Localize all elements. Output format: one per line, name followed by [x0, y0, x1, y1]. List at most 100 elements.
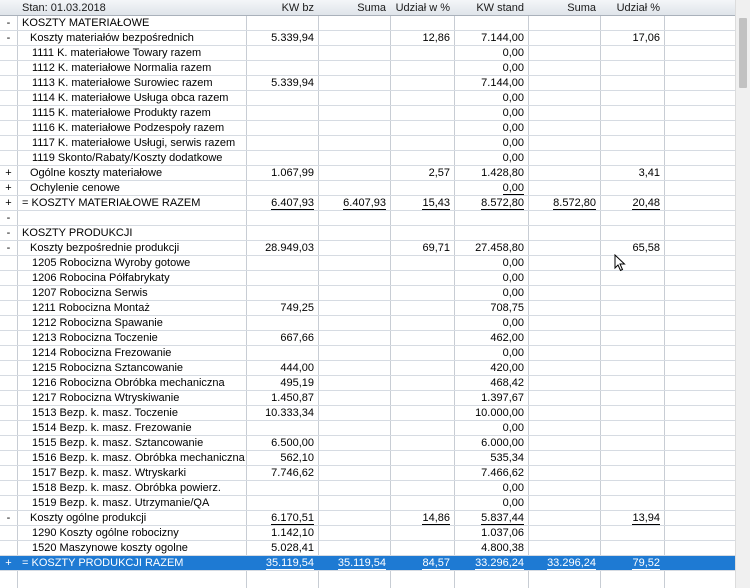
column-header[interactable]: Udział %	[600, 0, 664, 16]
expand-toggle[interactable]: +	[0, 181, 17, 196]
value-text: 7.144,00	[481, 32, 524, 44]
value-cell	[318, 136, 390, 151]
collapse-toggle[interactable]: -	[0, 241, 17, 256]
table-row[interactable]: 1213 Robocizna Toczenie 667,66 462,00	[0, 331, 750, 346]
value-text: 7.466,62	[481, 467, 524, 479]
value-cell	[600, 16, 664, 31]
column-header[interactable]: Suma	[528, 0, 600, 16]
column-header[interactable]: KW bz	[246, 0, 318, 16]
table-row[interactable]: + = KOSZTY MATERIAŁOWE RAZEM 6.407,93 6.407…	[0, 196, 750, 211]
table-row[interactable]: 1519 Bezp. k. masz. Utrzymanie/QA 0,00	[0, 496, 750, 511]
table-row-selected[interactable]: + = KOSZTY PRODUKCJI RAZEM 35.119,54 35.119…	[0, 556, 750, 571]
row-marker	[0, 301, 17, 316]
table-row[interactable]: 1115 K. materiałowe Produkty razem 0,00	[0, 106, 750, 121]
table-row[interactable]: 1111 K. materiałowe Towary razem 0,00	[0, 46, 750, 61]
value-text: 12,86	[422, 32, 450, 44]
value-cell	[528, 346, 600, 361]
value-text: 33.296,24	[547, 558, 596, 571]
table-row[interactable]: - KOSZTY PRODUKCJI	[0, 226, 750, 241]
value-text: 14,86	[422, 512, 450, 525]
table-row[interactable]: 1217 Robocizna Wtryskiwanie 1.450,87 1.397…	[0, 391, 750, 406]
value-cell: 5.837,44	[454, 511, 528, 526]
value-cell	[390, 91, 454, 106]
table-row[interactable]: - Koszty bezpośrednie produkcji 28.949,03 6…	[0, 241, 750, 256]
column-header[interactable]: Suma	[318, 0, 390, 16]
value-text: 562,10	[280, 452, 314, 464]
table-row[interactable]: 1113 K. materiałowe Surowiec razem 5.339,…	[0, 76, 750, 91]
value-cell	[454, 211, 528, 226]
collapse-toggle[interactable]: -	[0, 226, 17, 241]
table-row[interactable]: 1205 Robocizna Wyroby gotowe 0,00	[0, 256, 750, 271]
table-row[interactable]: 1515 Bezp. k. masz. Sztancowanie 6.500,00…	[0, 436, 750, 451]
value-cell	[246, 151, 318, 166]
table-row[interactable]: - Koszty materiałów bezpośrednich 5.339,94…	[0, 31, 750, 46]
value-cell	[246, 211, 318, 226]
value-cell	[390, 451, 454, 466]
value-cell	[318, 256, 390, 271]
value-cell	[390, 181, 454, 196]
value-cell: 1.450,87	[246, 391, 318, 406]
table-row[interactable]: 1290 Koszty ogólne robocizny 1.142,10 1.03…	[0, 526, 750, 541]
value-cell	[318, 466, 390, 481]
value-text: 0,00	[502, 257, 524, 269]
expand-toggle[interactable]: +	[0, 196, 17, 211]
value-cell	[528, 151, 600, 166]
row-marker	[0, 496, 17, 511]
table-row[interactable]: 1216 Robocizna Obróbka mechaniczna 495,19…	[0, 376, 750, 391]
column-header[interactable]: Udział w %	[390, 0, 454, 16]
table-row[interactable]: 1513 Bezp. k. masz. Toczenie 10.333,34 10.…	[0, 406, 750, 421]
value-cell	[528, 496, 600, 511]
value-cell	[318, 451, 390, 466]
table-row[interactable]: 1514 Bezp. k. masz. Frezowanie 0,00	[0, 421, 750, 436]
table-row[interactable]: 1215 Robocizna Sztancowanie 444,00 420,00	[0, 361, 750, 376]
expand-toggle[interactable]: +	[0, 166, 17, 181]
column-header[interactable]: KW stand	[454, 0, 528, 16]
table-row[interactable]: 1116 K. materiałowe Podzespoły razem 0,00	[0, 121, 750, 136]
value-cell	[600, 421, 664, 436]
table-row[interactable]: + Ochylenie cenowe 0,00	[0, 181, 750, 196]
collapse-toggle[interactable]: -	[0, 211, 17, 226]
table-row[interactable]: 1119 Skonto/Rabaty/Koszty dodatkowe 0,00	[0, 151, 750, 166]
value-cell	[318, 16, 390, 31]
table-row[interactable]: - Koszty ogólne produkcji 6.170,51 14,86 5.8…	[0, 511, 750, 526]
value-cell	[318, 481, 390, 496]
table-row[interactable]: 1117 K. materiałowe Usługi, serwis razem…	[0, 136, 750, 151]
table-row[interactable]: 1212 Robocizna Spawanie 0,00	[0, 316, 750, 331]
value-cell	[528, 541, 600, 556]
collapse-toggle[interactable]: -	[0, 16, 17, 31]
cost-grid[interactable]: Stan: 01.03.2018 KW bz Suma Udział w % KW st…	[0, 0, 750, 588]
row-marker	[0, 256, 17, 271]
collapse-toggle[interactable]: -	[0, 31, 17, 46]
value-cell	[318, 181, 390, 196]
collapse-toggle[interactable]: -	[0, 511, 17, 526]
row-label: 1115 K. materiałowe Produkty razem	[32, 107, 211, 119]
table-row[interactable]: 1214 Robocizna Frezowanie 0,00	[0, 346, 750, 361]
value-text: 79,52	[632, 558, 660, 571]
expand-toggle[interactable]: +	[0, 556, 17, 571]
value-cell: 708,75	[454, 301, 528, 316]
value-cell	[528, 376, 600, 391]
table-row[interactable]: 1112 K. materiałowe Normalia razem 0,00	[0, 61, 750, 76]
table-row[interactable]: 1207 Robocizna Serwis 0,00	[0, 286, 750, 301]
table-row[interactable]: 1516 Bezp. k. masz. Obróbka mechaniczna 5…	[0, 451, 750, 466]
table-row[interactable]: + Ogólne koszty materiałowe 1.067,99 2,57 1.…	[0, 166, 750, 181]
scrollbar-thumb[interactable]	[739, 18, 747, 88]
table-row[interactable]: -	[0, 211, 750, 226]
table-row[interactable]: - KOSZTY MATERIAŁOWE	[0, 16, 750, 31]
table-row[interactable]: 1520 Maszynowe koszty ogolne 5.028,41 4.80…	[0, 541, 750, 556]
value-text: 17,06	[632, 32, 660, 44]
value-cell	[390, 346, 454, 361]
table-row[interactable]: 1518 Bezp. k. masz. Obróbka powierz. 0,00	[0, 481, 750, 496]
table-row[interactable]: 1206 Robocina Półfabrykaty 0,00	[0, 271, 750, 286]
value-cell	[600, 181, 664, 196]
table-row[interactable]: 1211 Robocizna Montaż 749,25 708,75	[0, 301, 750, 316]
table-row[interactable]: 1517 Bezp. k. masz. Wtryskarki 7.746,62 7.…	[0, 466, 750, 481]
row-label: Koszty ogólne produkcji	[30, 512, 147, 524]
value-cell	[600, 91, 664, 106]
value-cell	[390, 466, 454, 481]
table-row[interactable]: 1114 K. materiałowe Usługa obca razem 0,0…	[0, 91, 750, 106]
row-label: KOSZTY MATERIAŁOWE	[22, 17, 150, 29]
value-cell	[528, 271, 600, 286]
value-cell	[528, 436, 600, 451]
vertical-scrollbar[interactable]	[735, 0, 750, 588]
